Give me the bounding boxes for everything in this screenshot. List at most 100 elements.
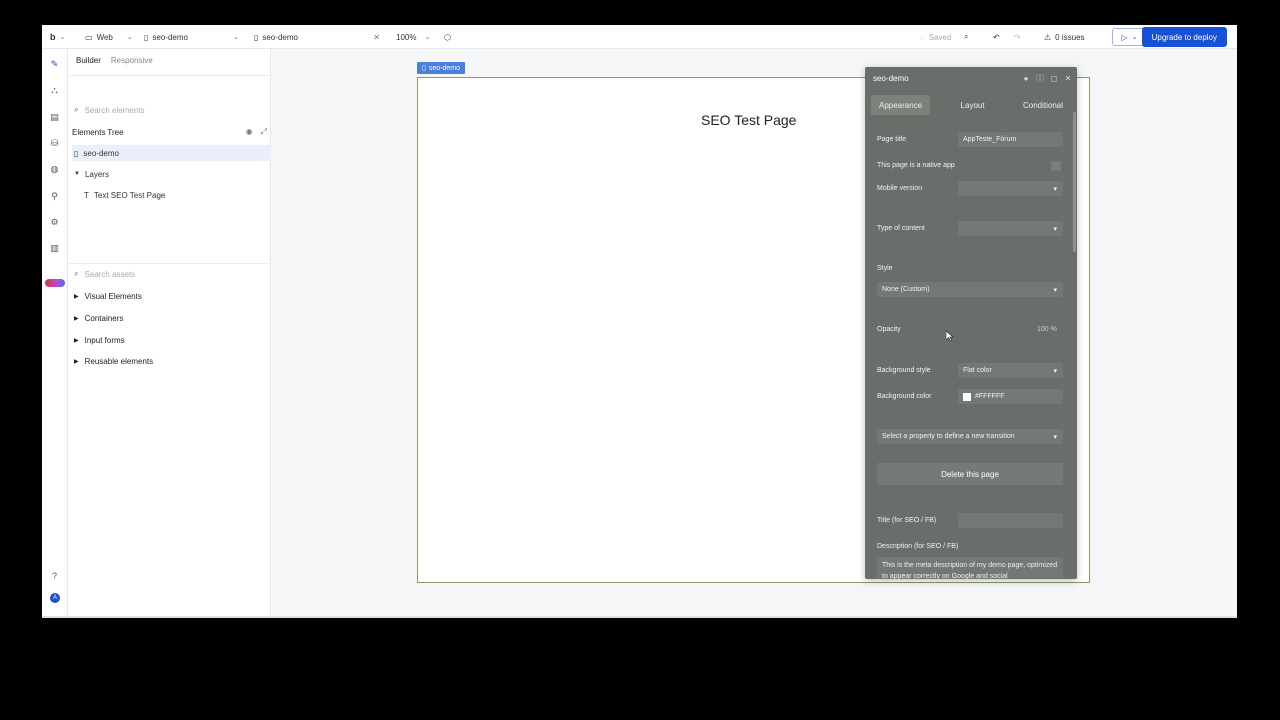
search-elements-input[interactable]: Search elements [84, 106, 144, 115]
redo-icon[interactable]: ↷ [1014, 25, 1021, 49]
divider [68, 75, 271, 76]
chevron-down-icon: ▾ [1053, 185, 1057, 193]
native-app-checkbox[interactable] [1051, 161, 1061, 171]
plugins-icon[interactable]: ⚲ [49, 191, 60, 202]
workflow-icon[interactable]: ⛬ [49, 85, 60, 96]
chevron-down-icon: ▾ [1053, 433, 1057, 441]
divider [68, 263, 271, 264]
tab-appearance[interactable]: Appearance [871, 95, 931, 115]
editor-scrollbar[interactable] [1073, 112, 1076, 252]
page-icon: ▯ [74, 148, 79, 158]
settings-icon[interactable]: ⚙ [49, 217, 60, 228]
page-select-label: seo-demo [152, 32, 188, 42]
caret-right-icon: ▶ [74, 358, 79, 365]
chevron-down-icon: ⌄ [233, 34, 239, 41]
elements-tree-header: Elements Tree ◉ ⤢ [72, 127, 267, 137]
search-elements-row[interactable]: ⌕ Search elements [74, 102, 264, 118]
chevron-down-icon: ⌄ [1131, 34, 1138, 41]
delete-page-button[interactable]: Delete this page [877, 463, 1063, 485]
type-content-select[interactable]: ▾ [958, 221, 1063, 236]
check-circle-icon: ◌ [920, 32, 925, 42]
opacity-value[interactable]: 100 % [1037, 326, 1057, 333]
design-pencil-icon[interactable]: ✎ [49, 59, 60, 70]
seo-title-input[interactable] [958, 513, 1063, 528]
toggle-badge[interactable] [45, 279, 65, 287]
tab-label: seo-demo [262, 32, 298, 42]
color-swatch[interactable] [963, 392, 971, 401]
mobile-version-select[interactable]: ▾ [958, 181, 1063, 196]
seo-title-label: Title (for SEO / FB) [877, 517, 937, 524]
asset-containers[interactable]: ▶ Containers [74, 311, 123, 325]
chevron-down-icon: ⌄ [424, 34, 431, 41]
issues-button[interactable]: ⚠ 0 issues [1044, 25, 1085, 49]
styles-icon[interactable]: ▤ [49, 112, 60, 123]
upgrade-button[interactable]: Upgrade to deploy [1141, 27, 1227, 47]
asset-reusable-elements[interactable]: ▶ Reusable elements [74, 354, 153, 368]
tab-responsive[interactable]: Responsive [111, 56, 153, 65]
asset-input-forms[interactable]: ▶ Input forms [74, 333, 125, 347]
data-icon[interactable]: ⛁ [49, 138, 60, 149]
tree-item-layers[interactable]: ▼ Layers [72, 166, 271, 182]
saved-status: ◌ Saved [920, 32, 952, 42]
play-icon: ▷ [1121, 32, 1128, 42]
seo-desc-textarea[interactable]: This is the meta description of my demo … [877, 557, 1063, 579]
page-select[interactable]: ▯ seo-demo ⌄ [144, 25, 239, 49]
tab-conditional[interactable]: Conditional [1015, 95, 1071, 115]
page-heading-text[interactable]: SEO Test Page [701, 112, 796, 128]
comment-icon[interactable]: ◻ [1049, 73, 1059, 83]
eye-icon[interactable]: ◉ [246, 127, 253, 137]
search-assets-row[interactable]: ⌕ Search assets [74, 266, 264, 282]
page-title-label: Page title [877, 136, 907, 143]
tab-builder[interactable]: Builder [76, 56, 101, 65]
bg-color-input[interactable]: #FFFFFF [958, 389, 1063, 404]
asset-visual-elements[interactable]: ▶ Visual Elements [74, 289, 142, 303]
page-icon: ▯ [254, 32, 259, 42]
expand-icon[interactable]: ⤢ [261, 127, 267, 137]
bubble-editor: b ⌄ ▭ Web ⌄ ▯ seo-demo ⌄ ▯ seo-demo ✕ 10… [42, 25, 1237, 618]
tree-item-root[interactable]: ▯ seo-demo [72, 145, 271, 161]
opacity-label: Opacity [877, 326, 901, 333]
search-icon[interactable]: ⌕ [964, 25, 968, 49]
platform-select[interactable]: ▭ Web ⌄ [85, 25, 133, 49]
bg-color-label: Background color [877, 393, 932, 400]
left-rail: ✎ ⛬ ▤ ⛁ ◍ ⚲ ⚙ ▥ ? A [42, 49, 68, 618]
caret-right-icon: ▶ [74, 337, 79, 344]
search-assets-input[interactable]: Search assets [84, 270, 135, 279]
page-icon: ▯ [144, 32, 149, 42]
bottom-scrollbar[interactable] [42, 616, 1237, 618]
warning-icon: ⚠ [1044, 32, 1052, 42]
chevron-down-icon: ▾ [1053, 367, 1057, 375]
top-bar: b ⌄ ▭ Web ⌄ ▯ seo-demo ⌄ ▯ seo-demo ✕ 10… [42, 25, 1237, 49]
chevron-down-icon: ▾ [1053, 286, 1057, 294]
zoom-select[interactable]: 100% ⌄ [396, 25, 430, 49]
undo-icon[interactable]: ↶ [993, 25, 1000, 49]
palette-icon[interactable]: ◍ [49, 164, 60, 175]
bg-style-select[interactable]: Flat color ▾ [958, 363, 1063, 378]
transition-select[interactable]: Select a property to define a new transi… [877, 429, 1063, 444]
tab-seo-demo[interactable]: ▯ seo-demo ✕ [254, 25, 380, 49]
tree-item-text[interactable]: T Text SEO Test Page [84, 187, 283, 203]
logs-icon[interactable]: ▥ [49, 243, 60, 254]
logo: b [50, 32, 56, 42]
editor-title: seo-demo [873, 73, 909, 83]
zoom-label: 100% [396, 32, 417, 42]
caret-right-icon: ▶ [74, 293, 79, 300]
property-editor: seo-demo ● ⓘ ◻ ✕ Appearance Layout Condi… [865, 67, 1077, 579]
close-icon[interactable]: ✕ [1063, 73, 1073, 83]
tab-layout[interactable]: Layout [953, 95, 993, 115]
style-select[interactable]: None (Custom) ▾ [877, 282, 1063, 297]
cube-icon[interactable]: ⬡ [444, 25, 451, 49]
info-icon[interactable]: ⓘ [1035, 73, 1045, 83]
mobile-version-label: Mobile version [877, 185, 923, 192]
avatar[interactable]: A [50, 593, 60, 603]
bg-style-label: Background style [877, 367, 931, 374]
help-icon[interactable]: ? [49, 570, 60, 581]
close-icon[interactable]: ✕ [373, 33, 380, 42]
logo-menu[interactable]: b ⌄ [50, 25, 65, 49]
page-tag[interactable]: ▯ seo-demo [417, 62, 465, 74]
chevron-down-icon: ▾ [1053, 225, 1057, 233]
page-title-input[interactable]: AppTeste_Fórum [958, 132, 1063, 147]
style-label: Style [877, 265, 893, 272]
chevron-down-icon: ⌄ [59, 34, 66, 41]
settings-icon[interactable]: ● [1021, 73, 1031, 83]
